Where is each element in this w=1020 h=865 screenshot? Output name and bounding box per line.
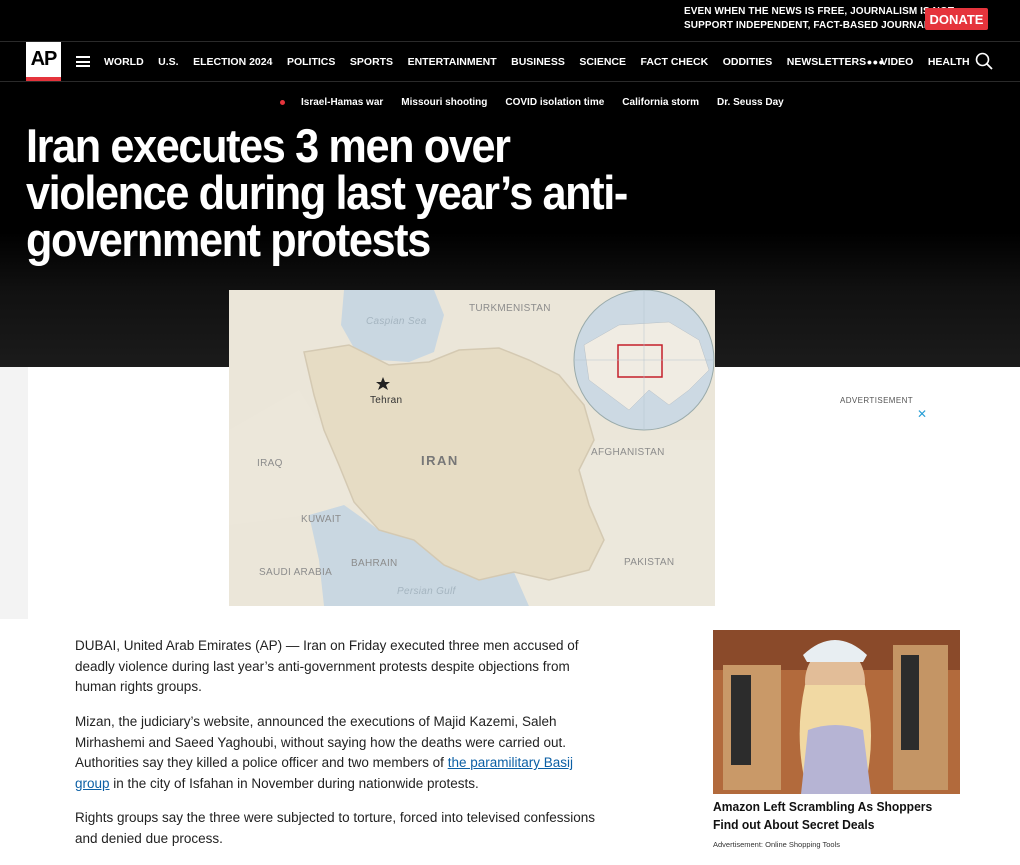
ad-image[interactable] (713, 630, 960, 794)
nav-item-fact-check[interactable]: FACT CHECK (641, 55, 709, 69)
iran-map-image[interactable]: Caspian Sea TURKMENISTAN Tehran IRAN IRA… (229, 290, 715, 606)
nav-item-election-2024[interactable]: ELECTION 2024 (193, 55, 272, 69)
trending-link[interactable]: Dr. Seuss Day (717, 97, 784, 108)
nav-item-entertainment[interactable]: ENTERTAINMENT (408, 55, 497, 69)
support-message: EVEN WHEN THE NEWS IS FREE, JOURNALISM I… (684, 5, 956, 33)
search-icon[interactable] (975, 52, 993, 70)
map-label-kuwait: KUWAIT (301, 514, 342, 525)
paragraph-text: in the city of Isfahan in November durin… (109, 775, 479, 791)
map-label-persian-gulf: Persian Gulf (397, 586, 456, 597)
nav-item-health[interactable]: HEALTH (928, 55, 970, 69)
nav-item-sports[interactable]: SPORTS (350, 55, 393, 69)
map-label-bahrain: BAHRAIN (351, 558, 398, 569)
nav-item-science[interactable]: SCIENCE (579, 55, 626, 69)
advertisement-label: ADVERTISEMENT (840, 396, 914, 405)
nav-items: WORLD U.S. ELECTION 2024 POLITICS SPORTS… (104, 55, 984, 69)
map-label-afghanistan: AFGHANISTAN (591, 447, 665, 458)
donate-button[interactable]: DONATE (925, 8, 988, 30)
hamburger-menu-icon[interactable] (76, 56, 90, 67)
trending-bar: Israel-Hamas war Missouri shooting COVID… (280, 97, 802, 108)
close-ad-icon[interactable]: ✕ (917, 408, 927, 420)
nav-item-politics[interactable]: POLITICS (287, 55, 335, 69)
map-label-pakistan: PAKISTAN (624, 557, 675, 568)
support-message-line-2: SUPPORT INDEPENDENT, FACT-BASED JOURNALI… (684, 20, 952, 31)
ad-headline[interactable]: Amazon Left Scrambling As Shoppers Find … (713, 798, 946, 834)
trending-dot-icon (280, 100, 285, 105)
left-gutter (0, 367, 28, 619)
article-paragraph: DUBAI, United Arab Emirates (AP) — Iran … (75, 638, 579, 694)
nav-item-oddities[interactable]: ODDITIES (723, 55, 773, 69)
trending-link[interactable]: California storm (622, 97, 699, 108)
more-options-icon[interactable]: ••• (867, 55, 885, 69)
trending-link[interactable]: Missouri shooting (401, 97, 487, 108)
map-label-caspian-sea: Caspian Sea (366, 316, 427, 327)
trending-link[interactable]: COVID isolation time (505, 97, 604, 108)
article-headline: Iran executes 3 men over violence during… (26, 119, 628, 266)
trending-link[interactable]: Israel-Hamas war (301, 97, 383, 108)
ad-source[interactable]: Advertisement: Online Shopping Tools (713, 840, 840, 849)
map-label-iran: IRAN (421, 453, 459, 468)
ap-logo[interactable]: AP (26, 42, 61, 81)
article-paragraph: Rights groups say the three were subject… (75, 810, 596, 846)
map-label-turkmenistan: TURKMENISTAN (469, 303, 551, 314)
nav-item-world[interactable]: WORLD (104, 55, 144, 69)
article-paragraph: Mizan, the judiciary’s website, announce… (75, 712, 610, 794)
map-label-saudi-arabia: SAUDI ARABIA (259, 567, 333, 578)
nav-item-us[interactable]: U.S. (158, 55, 178, 69)
map-label-tehran: Tehran (370, 395, 403, 406)
ad-photo-graphic (713, 630, 960, 794)
nav-item-video[interactable]: VIDEO (881, 55, 914, 69)
support-message-line-1: EVEN WHEN THE NEWS IS FREE, JOURNALISM I… (684, 6, 956, 17)
sponsored-header-strip (713, 612, 960, 620)
nav-item-business[interactable]: BUSINESS (511, 55, 565, 69)
map-label-iraq: IRAQ (257, 458, 283, 469)
nav-item-newsletters[interactable]: NEWSLETTERS (787, 55, 866, 69)
